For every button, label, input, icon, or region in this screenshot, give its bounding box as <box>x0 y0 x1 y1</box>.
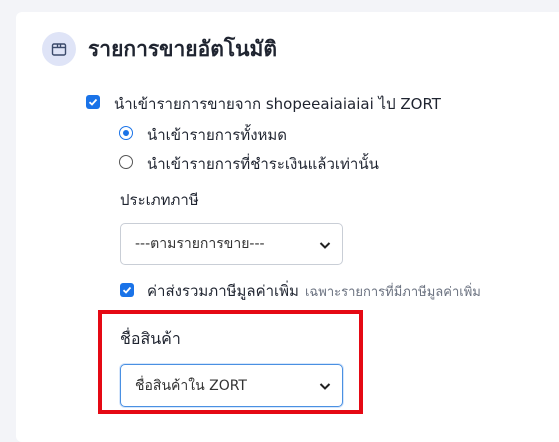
tax-type-label: ประเภทภาษี <box>120 191 199 209</box>
radio-import-paid-label: นำเข้ารายการที่ชำระเงินแล้วเท่านั้น <box>147 155 379 173</box>
radio-import-paid[interactable] <box>119 155 133 169</box>
chevron-down-icon <box>319 242 331 249</box>
tax-type-select[interactable]: ---ตามรายการขาย--- <box>120 223 343 265</box>
section-title: รายการขายอัตโนมัติ <box>88 37 277 61</box>
check-icon <box>122 286 132 294</box>
vat-label-text: ค่าส่งรวมภาษีมูลค่าเพิ่ม <box>147 282 299 300</box>
tax-type-value: ---ตามรายการขาย--- <box>135 236 265 252</box>
box-icon <box>42 32 76 66</box>
highlight-box <box>98 310 363 414</box>
vat-checkbox[interactable] <box>120 283 134 297</box>
vat-hint: เฉพาะรายการที่มีภาษีมูลค่าเพิ่ม <box>304 285 481 300</box>
vat-label: ค่าส่งรวมภาษีมูลค่าเพิ่ม เฉพาะรายการที่มี… <box>147 279 481 303</box>
check-icon <box>88 98 98 106</box>
radio-import-all[interactable] <box>119 126 133 140</box>
import-sales-label: นำเข้ารายการขายจาก shopeeaiaiaiai ไป ZOR… <box>114 95 441 113</box>
radio-import-all-label: นำเข้ารายการทั้งหมด <box>147 126 288 144</box>
import-sales-checkbox[interactable] <box>86 95 100 109</box>
